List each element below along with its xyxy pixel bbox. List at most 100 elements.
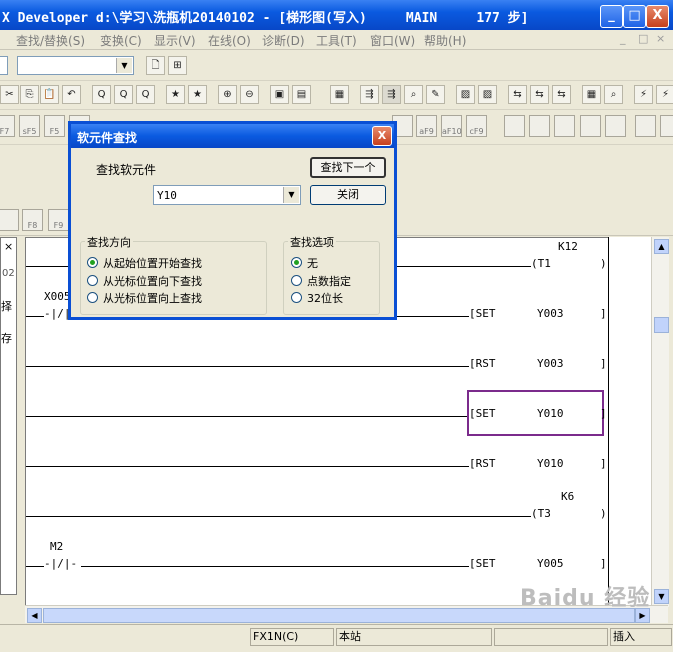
rung-4-bracket: ] [600, 407, 607, 420]
scroll-up-icon[interactable]: ▲ [654, 239, 669, 254]
minimize-button[interactable]: _ [600, 5, 623, 28]
right-power-rail [608, 237, 609, 607]
zoom-out-icon[interactable]: ⊖ [240, 85, 259, 104]
undo-icon[interactable]: ↶ [62, 85, 81, 104]
paste-icon[interactable]: 📋 [40, 85, 59, 104]
fkey-extra-4[interactable] [605, 115, 626, 137]
maximize-button[interactable]: □ [623, 5, 646, 28]
radio-from-start[interactable] [87, 257, 98, 268]
radio-32bit-label[interactable]: 32位长 [307, 290, 343, 306]
monitor-stop-icon[interactable]: ⇆ [530, 85, 549, 104]
ladder-mode-icon[interactable]: ⇶ [360, 85, 379, 104]
find-step-icon[interactable]: Q [136, 85, 155, 104]
rung-5-operand: Y010 [537, 457, 564, 470]
radio-none[interactable] [291, 257, 302, 268]
fkey-af10[interactable]: aF10 [441, 115, 462, 137]
fkey-f9[interactable]: F9 [48, 209, 69, 231]
fkey-error[interactable] [554, 115, 575, 137]
fkey-extra-1[interactable] [504, 115, 525, 137]
scroll-left-icon[interactable]: ◀ [27, 608, 42, 623]
diagnose-icon[interactable]: ⌕ [604, 85, 623, 104]
radio-points-label[interactable]: 点数指定 [307, 273, 351, 289]
device-combo[interactable]: Y10 ▼ [153, 185, 301, 205]
fkey-f7[interactable]: F7 [0, 115, 15, 137]
project-panel: × 02 择 存 [0, 237, 17, 595]
close-button[interactable]: X [646, 5, 669, 28]
toolbar-standard: ▼ 🗋 ⊞ [0, 50, 673, 81]
find-instruction-icon[interactable]: Q [114, 85, 133, 104]
title-bar: X Developer d:\学习\洗瓶机20140102 - [梯形图(写入)… [0, 0, 673, 30]
statement-icon[interactable]: ▤ [292, 85, 311, 104]
panel-label-1: 02 [2, 268, 15, 279]
radio-points[interactable] [291, 275, 302, 286]
toolbar-combo-left[interactable] [0, 56, 8, 75]
write-mode-icon[interactable]: ✎ [426, 85, 445, 104]
convert-all-icon[interactable]: ⚡ [656, 85, 673, 104]
check-icon[interactable]: ▦ [582, 85, 601, 104]
monitor-icon[interactable]: ★ [166, 85, 185, 104]
menu-convert[interactable]: 变换(C) [100, 32, 142, 49]
find-next-button[interactable]: 查找下一个 [310, 157, 386, 178]
dialog-close-button[interactable]: X [372, 126, 392, 146]
mdi-minimize-button[interactable]: _ [620, 32, 626, 45]
dialog-title: 软元件查找 [77, 131, 138, 145]
fkey-extra-5[interactable] [635, 115, 656, 137]
zoom-in-icon[interactable]: ⊕ [218, 85, 237, 104]
toolbar-combo[interactable]: ▼ [17, 56, 134, 75]
read-mode-icon[interactable]: ⌕ [404, 85, 423, 104]
monitor-start-icon[interactable]: ⇆ [508, 85, 527, 104]
radio-cursor-up[interactable] [87, 292, 98, 303]
menu-window[interactable]: 窗口(W) [370, 32, 415, 49]
radio-from-start-label[interactable]: 从起始位置开始查找 [103, 255, 202, 271]
toolbar-program: ✂ ⎘ 📋 ↶ Q Q Q ★ ★ ⊕ ⊖ ▣ ▤ ▦ ⇶ ⇶ ⌕ ✎ ▨ ▨ … [0, 81, 673, 110]
scroll-thumb[interactable] [654, 317, 669, 333]
rung-3-operand: Y003 [537, 357, 564, 370]
menu-help[interactable]: 帮助(H) [424, 32, 466, 49]
fkey-f5[interactable]: F5 [44, 115, 65, 137]
radio-cursor-up-label[interactable]: 从光标位置向上查找 [103, 290, 202, 306]
menu-diagnose[interactable]: 诊断(D) [262, 32, 305, 49]
plc-read-icon[interactable]: ▨ [456, 85, 475, 104]
menu-tools[interactable]: 工具(T) [316, 32, 357, 49]
fkey-cf9[interactable]: cF9 [466, 115, 487, 137]
fkey-af9[interactable]: aF9 [416, 115, 437, 137]
fkey-extra-2[interactable] [529, 115, 550, 137]
radio-none-label[interactable]: 无 [307, 255, 318, 271]
scroll-down-icon[interactable]: ▼ [654, 589, 669, 604]
fkey-f8[interactable]: F8 [22, 209, 43, 231]
rung-2-contact: X005 [44, 290, 71, 303]
dialog-close-button-2[interactable]: 关闭 [310, 185, 386, 205]
radio-32bit[interactable] [291, 292, 302, 303]
chevron-down-icon[interactable]: ▼ [116, 58, 132, 73]
fkey-extra-6[interactable] [660, 115, 673, 137]
copy-icon[interactable]: ⎘ [20, 85, 39, 104]
menu-online[interactable]: 在线(O) [208, 32, 251, 49]
device-list-icon[interactable]: ▦ [330, 85, 349, 104]
menu-find-replace[interactable]: 查找/替换(S) [16, 32, 85, 49]
mdi-restore-button[interactable]: □ [638, 32, 648, 45]
rung-6-coil-end: ) [600, 507, 607, 520]
plc-write-icon[interactable]: ▨ [478, 85, 497, 104]
open-file-icon[interactable]: 🗋 [146, 56, 165, 75]
right-bus-area [608, 237, 651, 607]
vertical-scrollbar[interactable]: ▲ ▼ [651, 237, 669, 607]
convert-icon[interactable]: ⚡ [634, 85, 653, 104]
fkey-coil[interactable] [0, 209, 19, 231]
fkey-sf5[interactable]: sF5 [19, 115, 40, 137]
comment-icon[interactable]: ▣ [270, 85, 289, 104]
mdi-close-button[interactable]: × [656, 32, 665, 45]
tree-icon[interactable]: ⊞ [168, 56, 187, 75]
radio-cursor-down[interactable] [87, 275, 98, 286]
monitor-write-mode-icon[interactable]: ⇆ [552, 85, 571, 104]
radio-cursor-down-label[interactable]: 从光标位置向下查找 [103, 273, 202, 289]
panel-close-icon[interactable]: × [4, 240, 13, 253]
monitor-write-icon[interactable]: ★ [188, 85, 207, 104]
rung-5-line [26, 466, 469, 467]
cut-icon[interactable]: ✂ [0, 85, 19, 104]
rung-7-coil: [SET [469, 557, 496, 570]
find-device-icon[interactable]: Q [92, 85, 111, 104]
menu-view[interactable]: 显示(V) [154, 32, 196, 49]
ladder-write-icon[interactable]: ⇶ [382, 85, 401, 104]
fkey-extra-3[interactable] [580, 115, 601, 137]
chevron-down-icon[interactable]: ▼ [283, 187, 299, 203]
